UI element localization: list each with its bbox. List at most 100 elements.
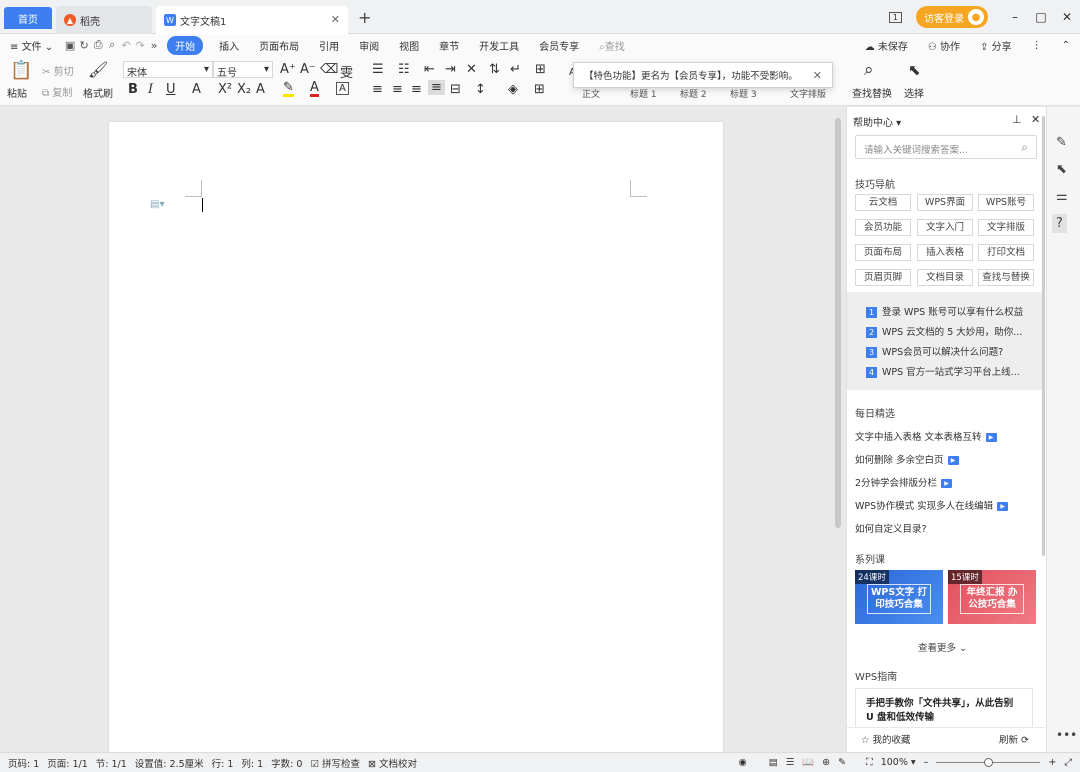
justify-icon[interactable]: ≡ (428, 80, 445, 95)
help-scrollbar[interactable] (1042, 116, 1045, 556)
faq-item[interactable]: 3 WPS会员可以解决什么问题? (866, 344, 1003, 358)
favorites-link[interactable]: ☆ 我的收藏 (861, 732, 911, 746)
nav-chip[interactable]: 页眉页脚 (855, 269, 911, 286)
collapse-ribbon-icon[interactable]: ⌃ (1052, 40, 1080, 51)
status-setting[interactable]: 设置值: 2.5厘米 (135, 756, 204, 770)
align-center-icon[interactable]: ≡ (392, 82, 403, 97)
page-indicator-icon[interactable]: 1 (888, 11, 902, 23)
status-row[interactable]: 行: 1 (212, 756, 234, 770)
cut-button[interactable]: ✂ 剪切 (42, 63, 74, 78)
share-button[interactable]: ⇪ 分享 (970, 38, 1022, 53)
print-icon[interactable]: ⎙ (91, 38, 105, 52)
shading-icon[interactable]: ◈ (508, 82, 518, 97)
text-layout-button[interactable]: 文字排版 (790, 87, 826, 100)
zoom-slider-thumb[interactable] (984, 757, 994, 767)
menu-insert[interactable]: 插入 (209, 38, 249, 53)
status-pages[interactable]: 页面: 1/1 (47, 756, 88, 770)
doc-proof-button[interactable]: ⊠ 文档校对 (368, 756, 417, 770)
edit-pen-icon[interactable]: ✎ (1056, 135, 1067, 150)
fit-page-icon[interactable]: ⛶ (866, 757, 873, 768)
underline-icon[interactable]: U (166, 82, 176, 97)
highlight-icon[interactable]: ✎ (283, 81, 294, 97)
paste-icon[interactable]: 📋 (10, 60, 32, 81)
daily-pick-item[interactable]: 如何删除 多余空白页 ▶ (855, 452, 959, 466)
history-icon[interactable]: ↻ (77, 39, 91, 52)
zoom-level[interactable]: 100% ▾ (881, 757, 916, 768)
status-section[interactable]: 节: 1/1 (96, 756, 127, 770)
paragraph-handle-icon[interactable]: ▤▾ (150, 199, 164, 210)
document-page[interactable] (109, 122, 723, 752)
decrease-indent-icon[interactable]: ⇤ (424, 62, 435, 77)
bold-icon[interactable]: B (128, 82, 138, 97)
select-cursor-icon[interactable]: ⬉ (908, 61, 921, 79)
strikethrough-icon[interactable]: A (192, 82, 201, 97)
course-card-2[interactable]: 15课时 年终汇报 办公技巧合集 (948, 570, 1036, 624)
vertical-scrollbar[interactable] (835, 118, 841, 528)
faq-item[interactable]: 4 WPS 官方一站式学习平台上线... (866, 364, 1020, 378)
faq-item[interactable]: 2 WPS 云文档的 5 大妙用，助你... (866, 324, 1022, 338)
menu-member[interactable]: 会员专享 (529, 38, 589, 53)
guide-card[interactable]: 手把手教你「文件共享」，从此告别 U 盘和低效传输 (855, 688, 1033, 732)
menu-section[interactable]: 章节 (429, 38, 469, 53)
save-icon[interactable]: ▣ (63, 39, 77, 52)
nav-chip[interactable]: 文档目录 (917, 269, 973, 286)
pointer-icon[interactable]: ⬉ (1056, 162, 1067, 177)
nav-chip[interactable]: 文字排版 (978, 219, 1034, 236)
text-effect-icon[interactable]: A (256, 82, 265, 97)
style-heading-1[interactable]: 标题 1 (630, 87, 657, 100)
font-color-icon[interactable]: A (310, 81, 319, 97)
redo-icon[interactable]: ↷ (133, 39, 147, 52)
help-icon[interactable]: ? (1052, 214, 1067, 233)
close-panel-icon[interactable]: ✕ (1031, 113, 1040, 126)
grow-font-icon[interactable]: A⁺ (280, 62, 296, 77)
status-column[interactable]: 列: 1 (241, 756, 263, 770)
tab-document[interactable]: W 文字文稿1 ✕ (156, 6, 348, 34)
new-tab-button[interactable]: + (358, 8, 371, 27)
style-heading-3[interactable]: 标题 3 (730, 87, 757, 100)
search-icon[interactable]: ⌕ (1021, 140, 1028, 155)
close-tab-icon[interactable]: ✕ (331, 13, 340, 26)
line-spacing-icon[interactable]: ↕ (475, 82, 486, 97)
nav-chip[interactable]: 页面布局 (855, 244, 911, 261)
format-painter-button[interactable]: 格式刷 (83, 85, 113, 100)
refresh-link[interactable]: 刷新 ⟳ (999, 732, 1029, 746)
menu-review[interactable]: 审阅 (349, 38, 389, 53)
minimize-icon[interactable]: – (1002, 10, 1028, 24)
superscript-icon[interactable]: X² (218, 82, 232, 97)
menu-page-layout[interactable]: 页面布局 (249, 38, 309, 53)
tab-home[interactable]: 首页 (4, 7, 52, 29)
menu-start[interactable]: 开始 (167, 35, 204, 55)
tab-daoke[interactable]: ▲ 稻壳 (56, 6, 152, 34)
font-family-select[interactable]: 宋体 ▾ (123, 61, 213, 79)
bullet-list-icon[interactable]: ☰ (372, 62, 384, 77)
outline-view-icon[interactable]: ☰ (786, 757, 795, 768)
menu-developer[interactable]: 开发工具 (469, 38, 529, 53)
nav-chip[interactable]: WPS账号 (978, 194, 1034, 211)
see-more-link[interactable]: 查看更多 ⌄ (918, 640, 967, 654)
copy-button[interactable]: ⧉ 复制 (42, 84, 72, 99)
zoom-slider[interactable] (936, 757, 1041, 768)
pin-icon[interactable]: ⊥ (1012, 113, 1022, 126)
write-mode-icon[interactable]: ✎ (838, 757, 846, 768)
style-heading-2[interactable]: 标题 2 (680, 87, 707, 100)
font-size-select[interactable]: 五号 ▾ (213, 61, 273, 79)
menu-view[interactable]: 视图 (389, 38, 429, 53)
help-search-input[interactable]: 请输入关键词搜索答案... ⌕ (855, 135, 1037, 159)
unsaved-button[interactable]: ☁ 未保存 (855, 38, 918, 53)
close-window-icon[interactable]: ✕ (1054, 10, 1080, 24)
print-preview-icon[interactable]: ⌕ (105, 38, 119, 52)
read-view-icon[interactable]: 📖 (802, 757, 814, 768)
help-panel-title[interactable]: 帮助中心 ▾ (853, 114, 901, 129)
menu-search[interactable]: ⌕查找 (589, 38, 635, 53)
align-left-icon[interactable]: ≡ (372, 82, 383, 97)
show-marks-icon[interactable]: ↵ (510, 62, 521, 77)
more-menu-icon[interactable]: ⋮ (1022, 40, 1052, 51)
shrink-font-icon[interactable]: A⁻ (300, 62, 316, 77)
char-border-icon[interactable]: A (336, 82, 349, 95)
select-button[interactable]: 选择 (904, 85, 924, 100)
daily-pick-item[interactable]: 如何自定义目录? (855, 521, 927, 535)
file-menu[interactable]: ≡ 文件 ⌄ (0, 38, 63, 53)
status-word-count[interactable]: 字数: 0 (271, 756, 302, 770)
zoom-in-icon[interactable]: + (1048, 757, 1056, 768)
daily-pick-item[interactable]: 2分钟学会排版分栏 ▶ (855, 475, 953, 489)
